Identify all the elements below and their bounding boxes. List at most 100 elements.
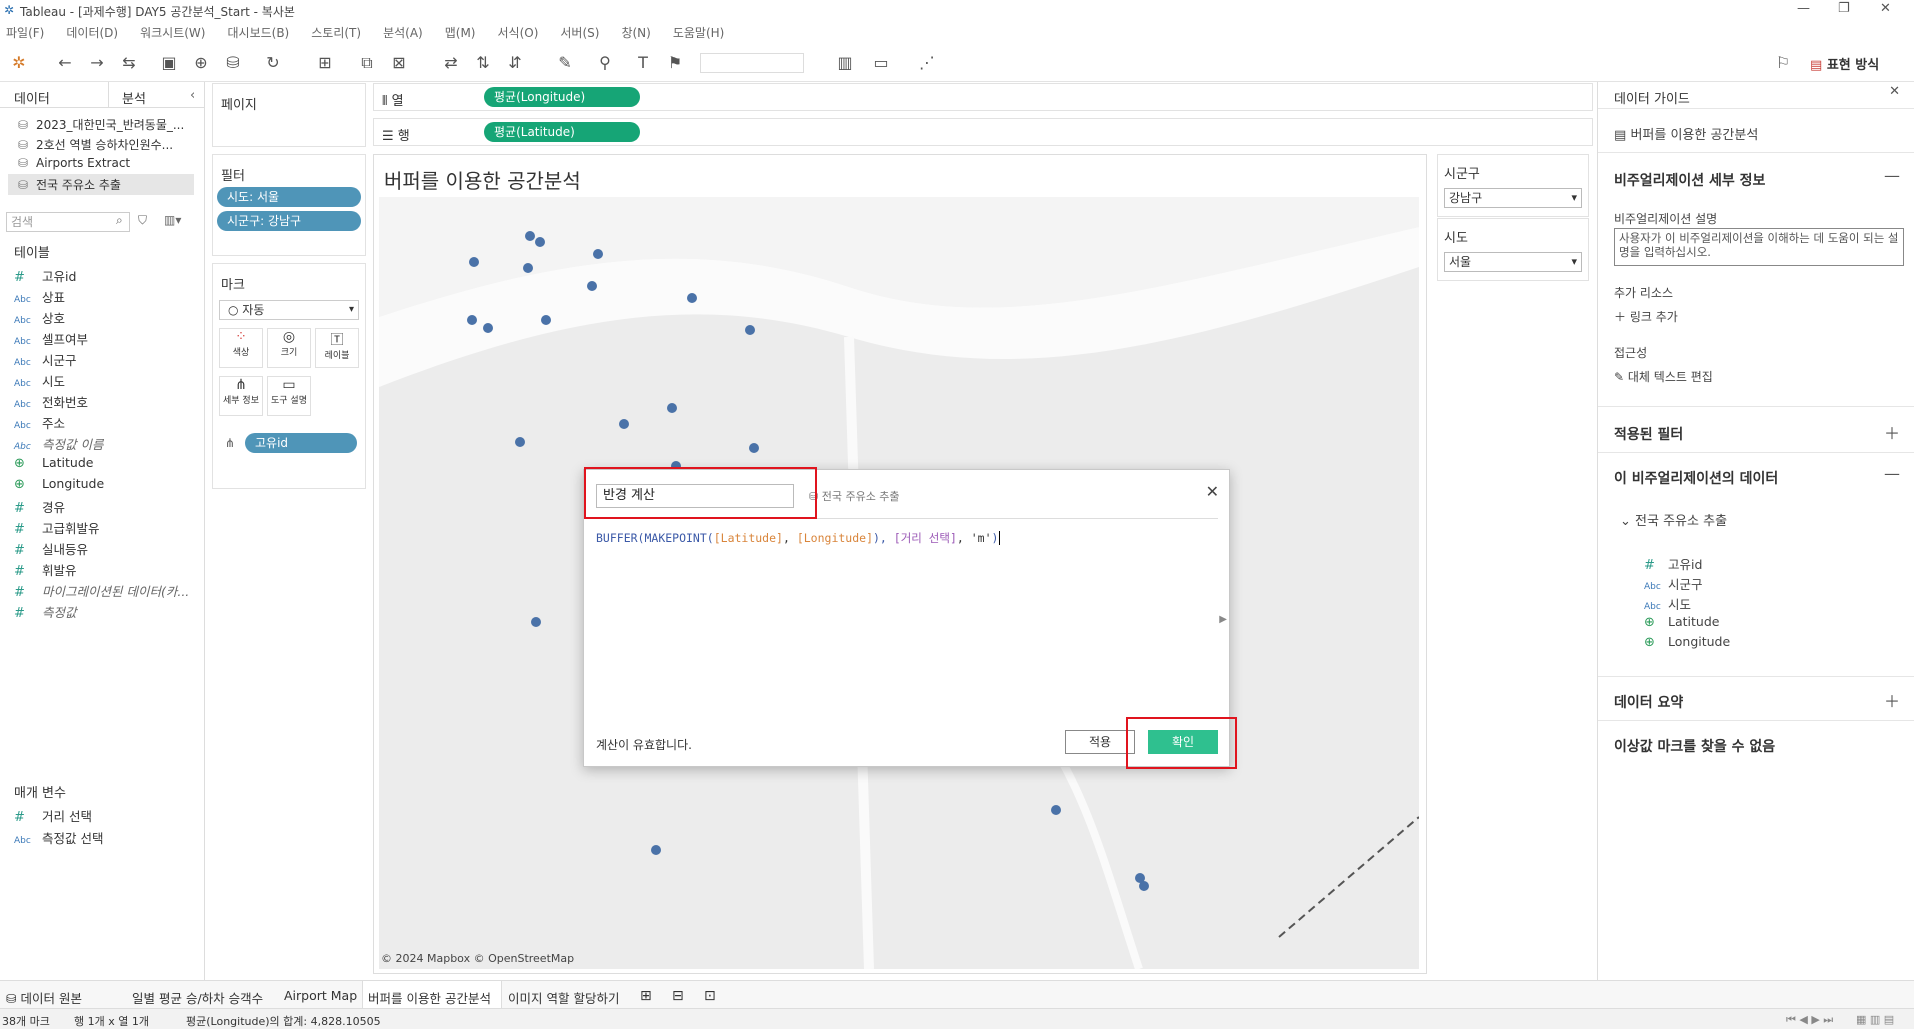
map-mark[interactable] [745, 325, 755, 335]
new-worksheet-icon[interactable]: ⊞ [314, 52, 336, 74]
map-mark[interactable] [535, 237, 545, 247]
rows-pill[interactable]: 평균(Latitude) [484, 122, 640, 142]
add-link-button[interactable]: ＋ 링크 추가 [1614, 308, 1678, 325]
map-mark[interactable] [1139, 881, 1149, 891]
tab-datasource[interactable]: ⛁ 데이터 원본 [6, 988, 82, 1007]
fit-dropdown[interactable] [700, 53, 804, 73]
tooltip-button[interactable]: ▭ 도구 설명 [267, 376, 311, 416]
close-dialog-icon[interactable]: ✕ [1206, 482, 1219, 501]
field-item[interactable]: Abc 전화번호 [14, 392, 88, 411]
collapse-pane-icon[interactable]: ‹ [190, 88, 195, 103]
map-mark[interactable] [619, 419, 629, 429]
filter-pill-sido[interactable]: 시도: 서울 [217, 187, 361, 207]
pin-icon[interactable]: ⚑ [664, 52, 686, 74]
menu-server[interactable]: 서버(S) [560, 24, 599, 41]
map-mark[interactable] [523, 263, 533, 273]
duplicate-icon[interactable]: ⧉ [356, 52, 378, 74]
map-mark[interactable] [483, 323, 493, 333]
expand-panel-icon[interactable]: ▶ [1219, 614, 1227, 625]
tableau-home-icon[interactable]: ✲ [8, 52, 30, 74]
detail-button[interactable]: ⋔ 세부 정보 [219, 376, 263, 416]
filters-shelf[interactable]: 필터 시도: 서울 시군구: 강남구 [212, 154, 366, 256]
new-datasource-icon[interactable]: ⊕ [190, 52, 212, 74]
tab-sheet-active[interactable]: 버퍼를 이용한 공간분석 [368, 988, 491, 1007]
apply-button[interactable]: 적용 [1065, 730, 1135, 754]
tooltip-pin-icon[interactable]: ⚐ [1772, 52, 1794, 74]
map-mark[interactable] [525, 231, 535, 241]
new-worksheet-icon[interactable]: ⊞ [640, 988, 652, 1004]
sigungu-dropdown[interactable]: 강남구 [1444, 188, 1582, 208]
map-mark[interactable] [687, 293, 697, 303]
guide-datasource[interactable]: ⌄ 전국 주유소 추출 [1620, 510, 1727, 529]
filter-icon[interactable]: ⛉ [138, 213, 147, 228]
datasource-item[interactable]: ⛁ 2023_대한민국_반려동물_... [18, 116, 200, 133]
close-window-icon[interactable]: ✕ [1880, 1, 1891, 16]
detail-pill[interactable]: 고유id [245, 433, 357, 453]
tab-sheet[interactable]: 일별 평균 승/하차 승객수 [132, 988, 263, 1007]
map-mark[interactable] [593, 249, 603, 259]
undo-icon[interactable]: ← [54, 52, 76, 74]
menu-analysis[interactable]: 분석(A) [383, 24, 423, 41]
view-mode-icon[interactable]: ▦ ▥ ▤ [1856, 1013, 1894, 1026]
menu-format[interactable]: 서식(O) [498, 24, 539, 41]
menu-dashboard[interactable]: 대시보드(B) [227, 24, 289, 41]
expand-icon[interactable]: ＋ [1884, 420, 1900, 444]
field-item[interactable]: # 고급휘발유 [14, 518, 100, 537]
clear-sheet-icon[interactable]: ⊠ [388, 52, 410, 74]
field-item[interactable]: Abc 주소 [14, 413, 65, 432]
highlight-icon[interactable]: ✎ [554, 52, 576, 74]
field-item[interactable]: # 고유id [14, 266, 76, 285]
field-item[interactable]: # 마이그레이션된 데이터(카... [14, 581, 189, 600]
color-button[interactable]: ⁘ 색상 [219, 328, 263, 368]
formula-editor[interactable]: BUFFER(MAKEPOINT([Latitude], [Longitude]… [596, 530, 1001, 546]
refresh-icon[interactable]: ↻ [262, 52, 284, 74]
parameter-item[interactable]: # 거리 선택 [14, 806, 92, 825]
field-item[interactable]: Abc 상표 [14, 287, 65, 306]
menu-worksheet[interactable]: 워크시트(W) [140, 24, 205, 41]
show-me-button[interactable]: ▤ 표현 방식 [1810, 54, 1879, 73]
field-item[interactable]: # 실내등유 [14, 539, 88, 558]
search-input[interactable]: 검색 [6, 212, 130, 232]
new-dashboard-icon[interactable]: ⊟ [672, 988, 684, 1004]
field-item[interactable]: # 측정값 [14, 602, 77, 621]
collapse-icon[interactable]: — [1884, 464, 1900, 483]
field-item[interactable]: Abc 측정값 이름 [14, 434, 103, 453]
field-item[interactable]: ⊕ Latitude [14, 455, 93, 471]
new-story-icon[interactable]: ⊡ [704, 988, 716, 1004]
size-button[interactable]: ◎ 크기 [267, 328, 311, 368]
menu-story[interactable]: 스토리(T) [311, 24, 361, 41]
menu-map[interactable]: 맵(M) [445, 24, 476, 41]
field-item[interactable]: # 휘발유 [14, 560, 77, 579]
collapse-icon[interactable]: — [1884, 166, 1900, 185]
replay-icon[interactable]: ⇆ [118, 52, 140, 74]
sort-asc-icon[interactable]: ⇅ [472, 52, 494, 74]
map-mark[interactable] [1051, 805, 1061, 815]
redo-icon[interactable]: → [86, 52, 108, 74]
viz-desc-textarea[interactable]: 사용자가 이 비주얼리제이션을 이해하는 데 도움이 되는 설명을 입력하십시오… [1614, 228, 1904, 266]
close-guide-icon[interactable]: ✕ [1889, 84, 1900, 99]
datasource-item-selected[interactable]: ⛁ 전국 주유소 추출 [8, 174, 194, 195]
field-item[interactable]: Abc 셀프여부 [14, 329, 88, 348]
expand-icon[interactable]: ＋ [1884, 688, 1900, 712]
map-mark[interactable] [541, 315, 551, 325]
map-mark[interactable] [469, 257, 479, 267]
nav-arrows-icon[interactable]: ⏮ ◀ ▶ ⏭ [1786, 1013, 1833, 1027]
alt-text-button[interactable]: ✎ 대체 텍스트 편집 [1614, 368, 1713, 385]
parameter-item[interactable]: Abc 측정값 선택 [14, 828, 103, 847]
tab-sheet[interactable]: Airport Map [284, 988, 357, 1003]
map-mark[interactable] [587, 281, 597, 291]
pages-shelf[interactable]: 페이지 [212, 83, 366, 147]
map-mark[interactable] [749, 443, 759, 453]
map-mark[interactable] [667, 403, 677, 413]
tab-analysis[interactable]: 분석 [122, 88, 146, 107]
menu-data[interactable]: 데이터(D) [66, 24, 118, 41]
pause-updates-icon[interactable]: ⛁ [222, 52, 244, 74]
mark-type-dropdown[interactable]: ○ 자동 ▾ [219, 300, 359, 320]
menu-file[interactable]: 파일(F) [6, 24, 44, 41]
map-mark[interactable] [531, 617, 541, 627]
field-item[interactable]: ⊕ Longitude [14, 476, 104, 492]
group-icon[interactable]: ⚲ [594, 52, 616, 74]
sido-dropdown[interactable]: 서울 [1444, 252, 1582, 272]
tab-sheet[interactable]: 이미지 역할 할당하기 [508, 988, 619, 1007]
menu-help[interactable]: 도움말(H) [673, 24, 725, 41]
